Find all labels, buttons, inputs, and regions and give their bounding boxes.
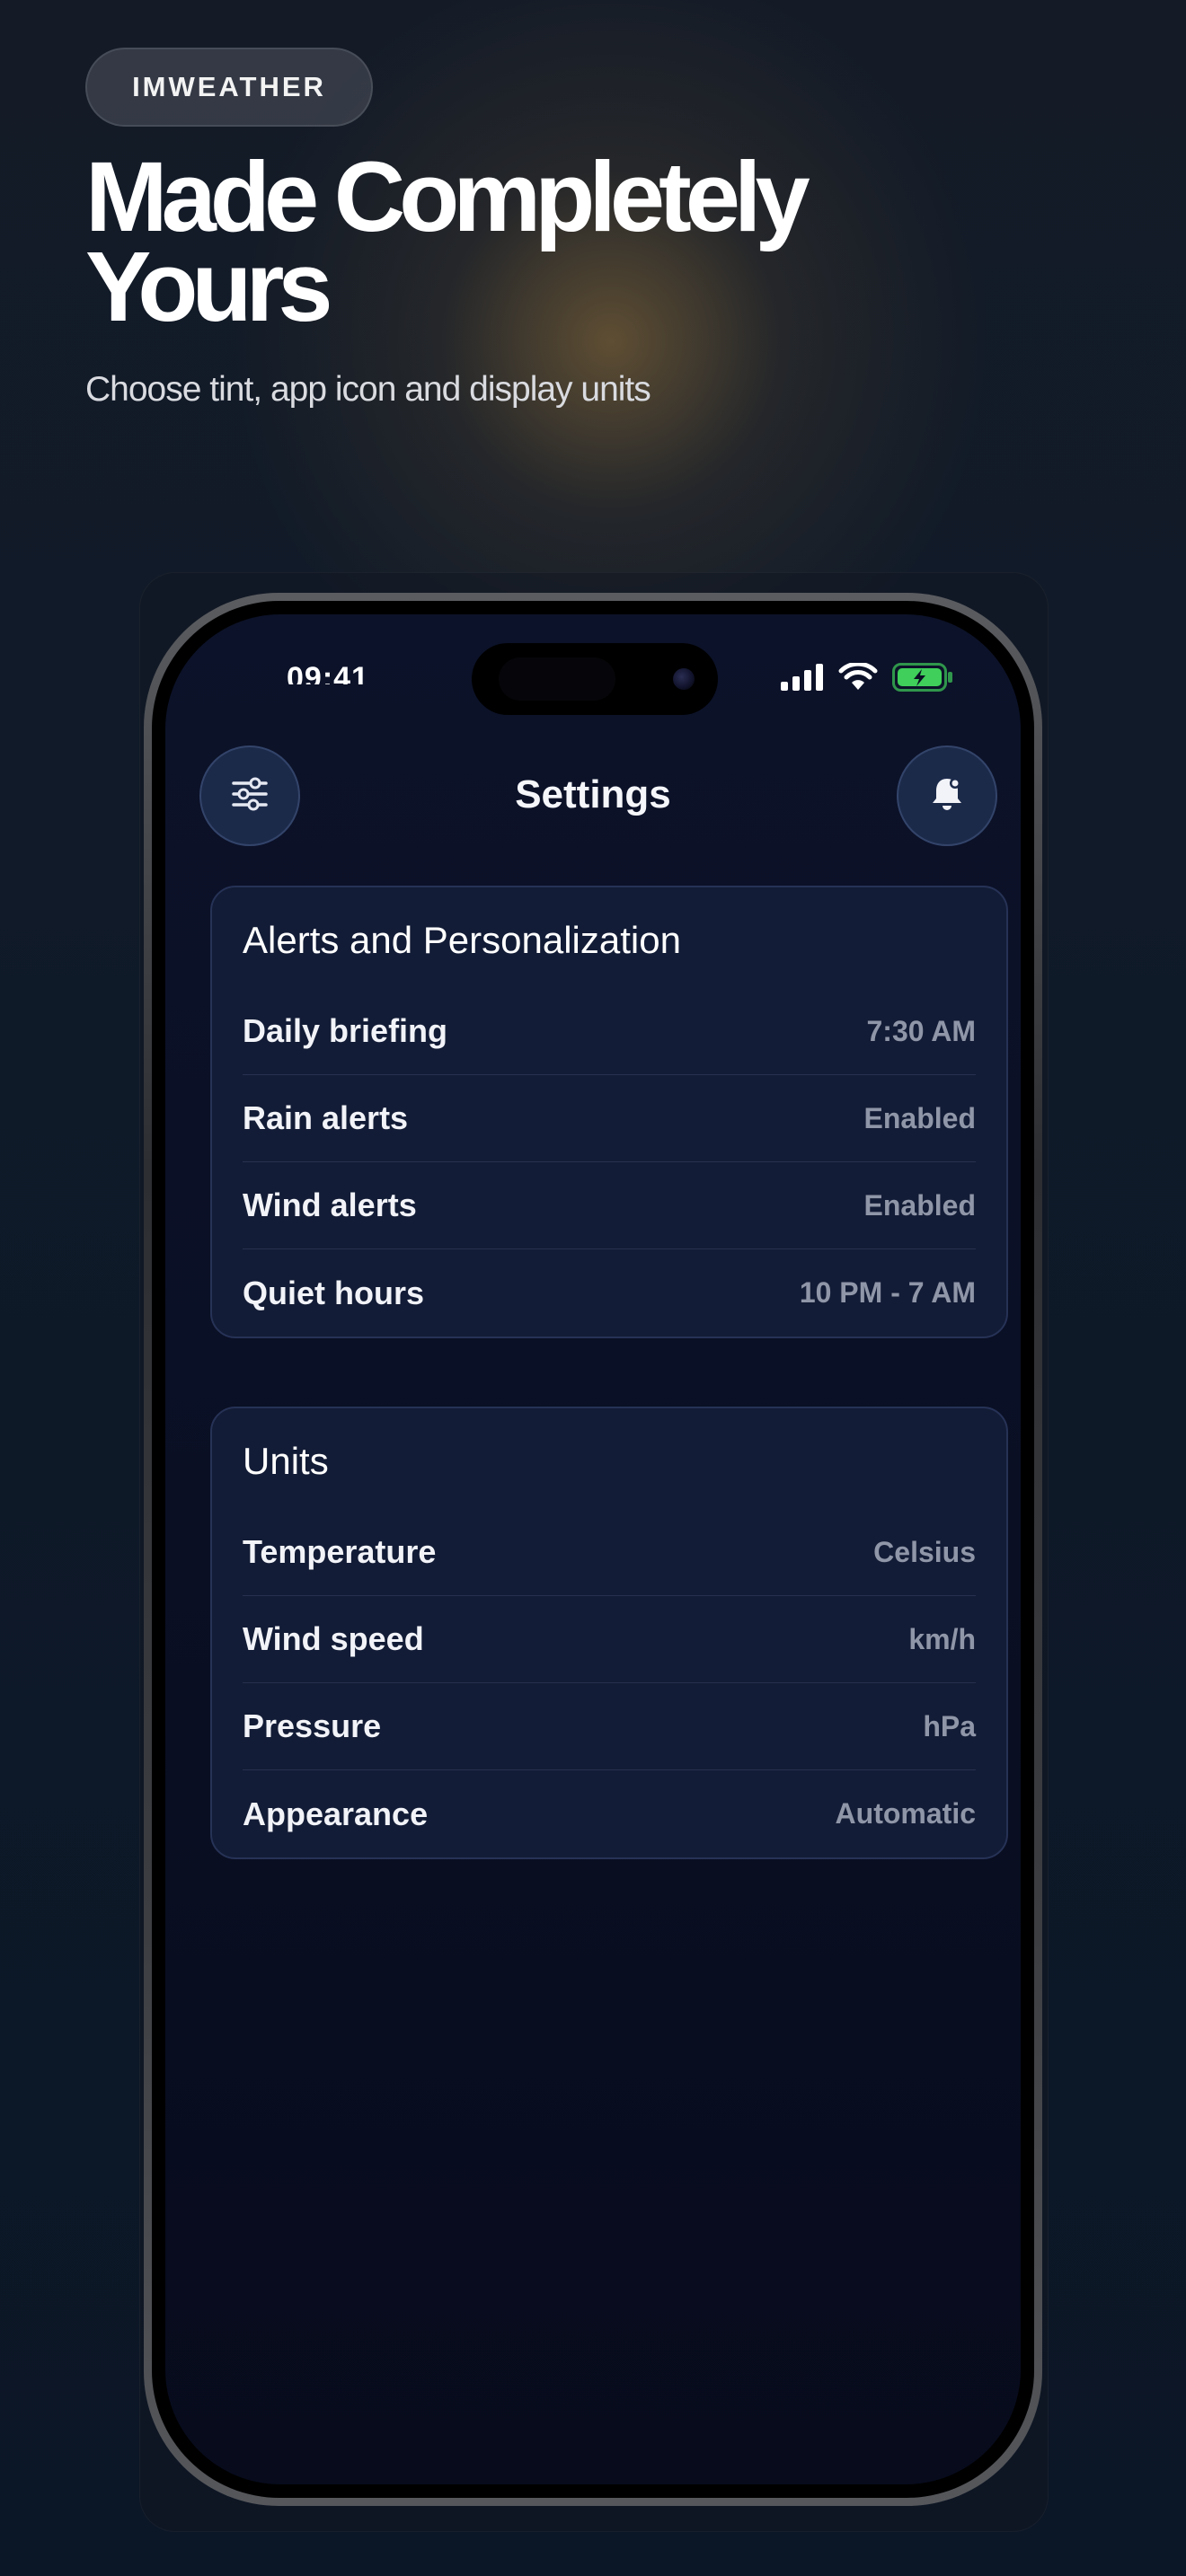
front-camera-icon bbox=[673, 668, 695, 690]
row-label: Rain alerts bbox=[243, 1099, 409, 1136]
settings-row-temperature[interactable]: Temperature Celsius bbox=[243, 1509, 976, 1596]
wifi-icon bbox=[838, 661, 878, 696]
settings-row-wind-alerts[interactable]: Wind alerts Enabled bbox=[243, 1162, 976, 1249]
phone-bezel: 09:41 Settings Alerts and Personalizatio… bbox=[152, 601, 1034, 2498]
bell-icon bbox=[927, 774, 967, 818]
row-value: Celsius bbox=[873, 1535, 976, 1568]
phone-screen: 09:41 Settings Alerts and Personalizatio… bbox=[165, 614, 1021, 2484]
row-label: Wind speed bbox=[243, 1620, 424, 1657]
row-value: Enabled bbox=[863, 1188, 976, 1222]
row-value: Automatic bbox=[835, 1797, 976, 1830]
row-label: Wind alerts bbox=[243, 1187, 417, 1223]
settings-row-pressure[interactable]: Pressure hPa bbox=[243, 1683, 976, 1770]
row-value: Enabled bbox=[863, 1101, 976, 1134]
face-id-sensor bbox=[499, 657, 615, 701]
settings-row-quiet-hours[interactable]: Quiet hours 10 PM - 7 AM bbox=[243, 1249, 976, 1337]
battery-charging-icon bbox=[892, 663, 953, 696]
row-label: Temperature bbox=[243, 1533, 437, 1570]
row-label: Pressure bbox=[243, 1707, 382, 1744]
row-value: km/h bbox=[908, 1622, 976, 1655]
row-label: Appearance bbox=[243, 1795, 429, 1832]
card-title: Units bbox=[243, 1440, 329, 1482]
brand-badge: IMWEATHER bbox=[85, 48, 373, 127]
headline-line-2: Yours bbox=[85, 232, 333, 342]
headline: Made Completely Yours bbox=[85, 148, 984, 337]
subheadline: Choose tint, app icon and display units bbox=[85, 370, 651, 409]
alerts-personalization-card: Alerts and Personalization Daily briefin… bbox=[210, 886, 1008, 1338]
settings-row-appearance[interactable]: Appearance Automatic bbox=[243, 1770, 976, 1857]
row-value: 7:30 AM bbox=[866, 1014, 976, 1047]
brand-badge-label: IMWEATHER bbox=[132, 71, 326, 102]
row-label: Daily briefing bbox=[243, 1012, 448, 1049]
page-title: Settings bbox=[515, 772, 671, 816]
units-card: Units Temperature Celsius Wind speed km/… bbox=[210, 1407, 1008, 1859]
phone-frame: 09:41 Settings Alerts and Personalizatio… bbox=[144, 593, 1042, 2506]
status-time: 09:41 bbox=[287, 661, 369, 684]
settings-row-wind-speed[interactable]: Wind speed km/h bbox=[243, 1596, 976, 1683]
dynamic-island bbox=[472, 643, 718, 715]
card-title: Alerts and Personalization bbox=[243, 919, 681, 961]
status-icons bbox=[781, 661, 953, 696]
row-label: Quiet hours bbox=[243, 1274, 425, 1311]
row-value: 10 PM - 7 AM bbox=[799, 1276, 976, 1309]
settings-row-daily-briefing[interactable]: Daily briefing 7:30 AM bbox=[243, 988, 976, 1075]
notifications-button[interactable] bbox=[897, 745, 997, 846]
cellular-signal-icon bbox=[781, 664, 824, 695]
row-value: hPa bbox=[923, 1709, 976, 1742]
settings-row-rain-alerts[interactable]: Rain alerts Enabled bbox=[243, 1075, 976, 1162]
